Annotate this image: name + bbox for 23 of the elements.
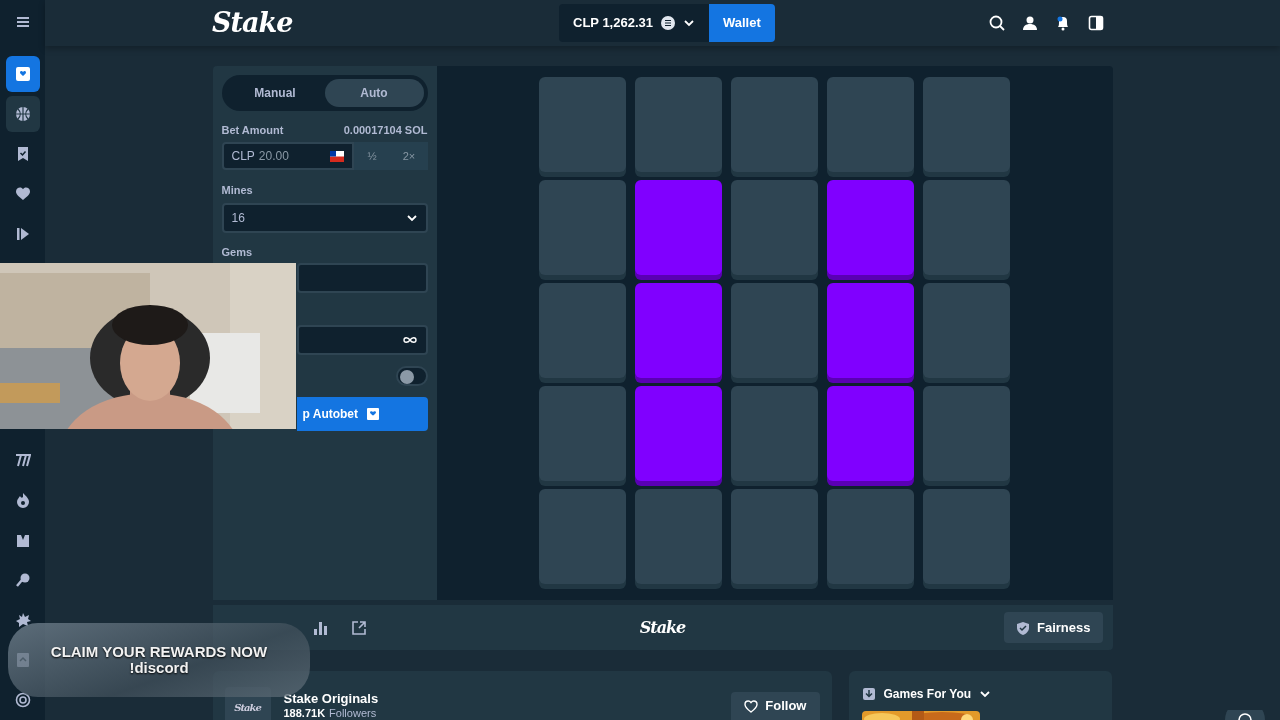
mode-tab[interactable]: Auto bbox=[324, 79, 424, 107]
balance-selector[interactable]: CLP 1,262.31 bbox=[559, 4, 709, 42]
logo[interactable]: Stake bbox=[212, 2, 292, 44]
half-button[interactable]: ½ bbox=[353, 142, 391, 170]
gems-label: Gems bbox=[221, 245, 253, 259]
followers-label: Followers bbox=[329, 707, 377, 720]
promo-text: CLAIM YOUR REWARDS NOW bbox=[50, 644, 268, 660]
mines-select[interactable]: 16 bbox=[221, 203, 428, 233]
channel-title: Stake Originals bbox=[283, 691, 379, 707]
bet-amount-field[interactable]: CLP 20.00 bbox=[221, 142, 354, 170]
games-title: Games For You bbox=[883, 686, 972, 703]
follower-count: 188.71K bbox=[283, 707, 326, 720]
mode-tab[interactable]: Manual bbox=[225, 79, 325, 107]
promo-command: !discord bbox=[129, 660, 189, 676]
mines-label: Mines bbox=[221, 183, 254, 197]
follow-button[interactable]: Follow bbox=[731, 692, 820, 720]
double-button[interactable]: 2× bbox=[390, 142, 428, 170]
fairness-button[interactable]: Fairness bbox=[1004, 612, 1103, 643]
wallet-button[interactable]: Wallet bbox=[709, 4, 775, 42]
autobet-button[interactable]: p Autobet bbox=[296, 397, 428, 431]
logo: Stake bbox=[639, 616, 686, 639]
crypto-amount: 0.00017104 SOL bbox=[343, 123, 428, 137]
bet-amount-label: Bet Amount bbox=[221, 123, 284, 137]
